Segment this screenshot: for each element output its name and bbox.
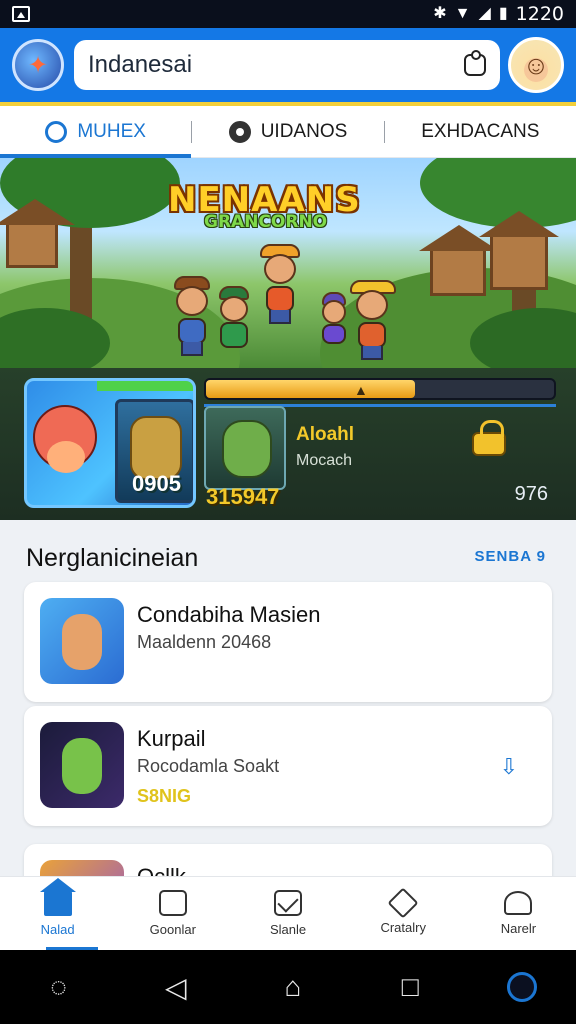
game-logo-icon[interactable]: ✦: [12, 39, 64, 91]
tab-exhdacans[interactable]: EXHDACANS: [385, 106, 576, 157]
nav-label: Narelr: [500, 921, 537, 936]
clock: 1220: [515, 3, 564, 25]
progress-bar: ▲: [204, 378, 556, 400]
lock-icon[interactable]: [472, 420, 506, 456]
wifi-icon: ▼: [454, 5, 471, 22]
nav-label: Goonlar: [149, 922, 196, 937]
score: 315947: [206, 484, 280, 509]
section-title: Nerglanicineian: [26, 544, 199, 572]
status-bar: ✱ ▼ ◢ ▮ 1220: [0, 0, 576, 28]
user-icon: [504, 891, 533, 915]
item-tag: S8NIG: [137, 786, 192, 806]
item-subtitle: Maaldenn 20468: [137, 632, 272, 652]
nav-cratalry[interactable]: Cratalry: [346, 877, 461, 950]
game-subtitle: Mocach: [296, 452, 353, 469]
bag-icon: [158, 890, 187, 916]
nav-label: Slanle: [269, 922, 307, 937]
user-avatar-icon[interactable]: ☺: [508, 37, 564, 93]
list-item[interactable]: Kurpail Rocodamla Soakt S8NIG ⇩: [24, 706, 552, 826]
game-thumbnail: [40, 722, 124, 808]
thumb-character: [62, 614, 102, 670]
assistant-circle-icon[interactable]: [507, 972, 538, 1002]
tab-label: UIDANOS: [260, 120, 348, 142]
download-icon[interactable]: ⇩: [500, 754, 518, 780]
system-navigation: ◌ ◁ ⌂ □: [0, 950, 576, 1024]
nav-narelr[interactable]: Narelr: [461, 877, 576, 950]
mail-icon: [274, 890, 302, 916]
bluetooth-icon: ✱: [433, 5, 447, 22]
app-header: ✦ Indanesai ☺: [0, 28, 576, 106]
nav-label: Nalad: [40, 922, 75, 937]
banner-subtitle: GRANCORNO: [204, 212, 328, 232]
search-input[interactable]: Indanesai: [88, 51, 464, 79]
tab-uidanos[interactable]: UIDANOS: [192, 106, 383, 157]
featured-game-row: 0905 ▲ 315947 Aloahl Mocach 976: [0, 368, 576, 520]
game-thumbnail: [40, 598, 124, 684]
troll-card[interactable]: [204, 406, 286, 490]
thumb-character: [62, 738, 102, 794]
signal-icon: ◢: [478, 5, 491, 22]
list-item[interactable]: Condabiha Masien Maaldenn 20468: [24, 582, 552, 702]
back-icon[interactable]: ◁: [156, 967, 196, 1007]
hut: [0, 199, 75, 268]
assist-icon[interactable]: ◌: [39, 967, 79, 1007]
hut: [419, 225, 499, 296]
search-bar[interactable]: Indanesai: [74, 40, 500, 90]
item-title: Condabiha Masien: [137, 602, 321, 627]
battery-icon: ▮: [498, 5, 508, 22]
nav-label: Cratalry: [380, 920, 426, 935]
home-icon: [39, 878, 76, 916]
nav-slanle[interactable]: Slanle: [230, 877, 345, 950]
list-item[interactable]: Ocllk: [24, 844, 552, 880]
app-icon: [12, 6, 30, 22]
card-level-bar: [97, 381, 193, 391]
fox-belly: [47, 441, 85, 473]
nav-home[interactable]: Nalad: [0, 877, 115, 950]
game-name: Aloahl: [296, 424, 355, 445]
progress-fill: [206, 380, 415, 398]
hero-card-number: 0905: [132, 471, 181, 496]
tab-muhex[interactable]: MUHEX: [0, 106, 192, 158]
tab-label: MUHEX: [77, 120, 146, 142]
cube-icon: [387, 887, 419, 919]
recents-icon[interactable]: □: [390, 967, 430, 1007]
hut: [479, 211, 559, 290]
troll-character: [222, 420, 272, 478]
nav-goonlar[interactable]: Goonlar: [115, 877, 230, 950]
bag-icon[interactable]: [464, 50, 486, 76]
map-icon: [45, 120, 68, 143]
see-all-link[interactable]: SENBA 9: [475, 548, 546, 565]
main-content: Nerglanicineian SENBA 9 Condabiha Masien…: [0, 520, 576, 880]
progress-marker-icon: ▲: [354, 382, 368, 398]
hero-card[interactable]: 0905: [24, 378, 196, 508]
status-icons: ✱ ▼ ◢ ▮ 1220: [433, 3, 564, 25]
item-title: Kurpail: [137, 726, 206, 751]
tab-bar: MUHEX UIDANOS EXHDACANS: [0, 106, 576, 158]
count: 976: [514, 483, 548, 505]
search-icon: [228, 120, 251, 143]
tab-label: EXHDACANS: [421, 120, 540, 142]
bottom-navigation: Nalad Goonlar Slanle Cratalry Narelr: [0, 876, 576, 950]
item-subtitle: Rocodamla Soakt: [137, 756, 280, 776]
home-icon[interactable]: ⌂: [273, 967, 313, 1007]
